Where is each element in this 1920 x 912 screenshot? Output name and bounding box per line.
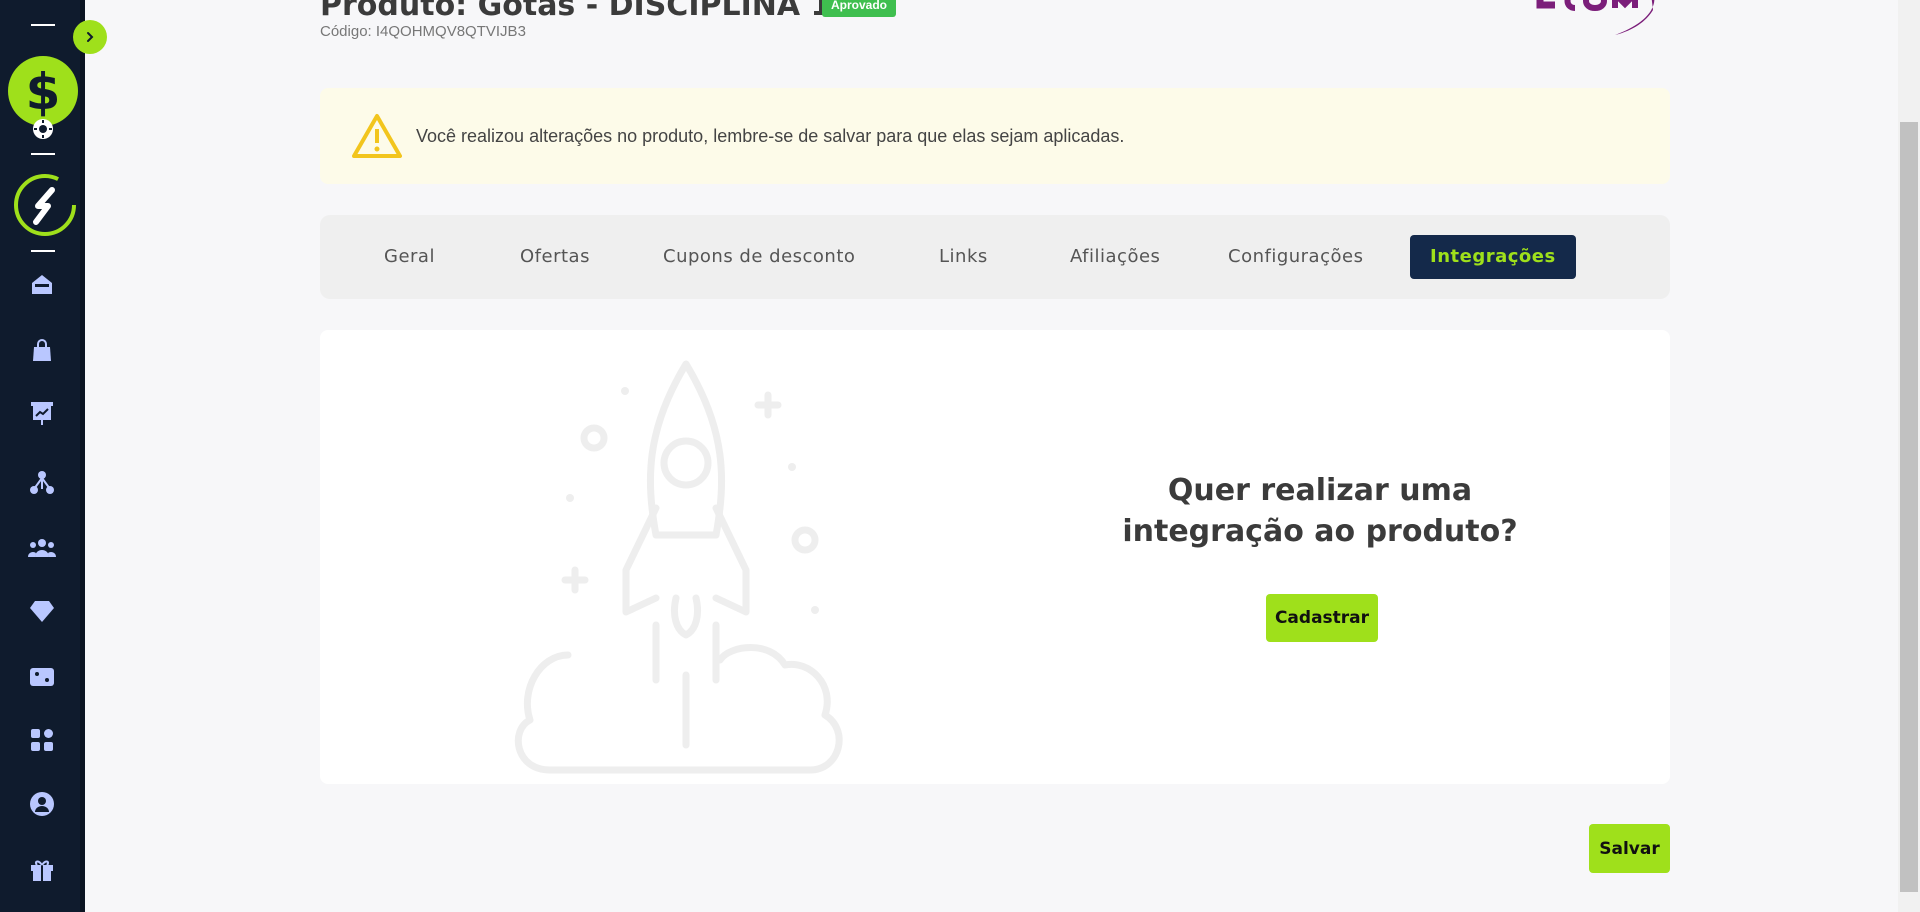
unsaved-changes-alert: Você realizou alterações no produto, lem… (320, 88, 1670, 184)
presentation-chart-icon[interactable] (28, 399, 56, 427)
app-logo-icon (12, 172, 78, 238)
sidebar: $ (0, 0, 85, 912)
scrollbar-thumb[interactable] (1900, 122, 1918, 892)
ticket-icon[interactable] (28, 663, 56, 691)
gear-icon[interactable] (31, 117, 55, 141)
tab-afiliacoes[interactable]: Afiliações (1070, 235, 1160, 279)
network-icon[interactable] (28, 468, 56, 496)
sidebar-toggle-chevron-right-icon[interactable] (73, 20, 107, 54)
brand-logo-icon (1535, 0, 1675, 42)
warning-icon (352, 114, 402, 158)
users-icon[interactable] (28, 534, 56, 562)
product-tabs: Geral Ofertas Cupons de desconto Links A… (320, 215, 1670, 299)
diamond-icon[interactable] (28, 597, 56, 625)
tab-configuracoes[interactable]: Configurações (1228, 235, 1363, 279)
tab-cupons-de-desconto[interactable]: Cupons de desconto (663, 235, 855, 279)
status-badge: Aprovado (822, 0, 897, 17)
rocket-illustration-icon (514, 360, 843, 774)
dollar-icon[interactable]: $ (8, 56, 78, 126)
integration-question: Quer realizar uma integração ao produto? (1122, 473, 1518, 549)
tab-links[interactable]: Links (939, 235, 988, 279)
sidebar-divider (31, 153, 55, 155)
tab-ofertas[interactable]: Ofertas (520, 235, 590, 279)
register-integration-button[interactable]: Cadastrar (1266, 594, 1378, 642)
alert-message: Você realizou alterações no produto, lem… (416, 125, 1125, 146)
page-title: Produto: Gotas - DISCIPLINA 1409 (320, 0, 895, 23)
bag-icon[interactable] (28, 336, 56, 364)
gift-icon[interactable] (28, 856, 56, 884)
sidebar-divider (31, 24, 55, 26)
tab-integracoes[interactable]: Integrações (1410, 235, 1576, 279)
home-icon[interactable] (28, 270, 56, 298)
page-scrollbar[interactable] (1898, 0, 1920, 912)
apps-grid-icon[interactable] (28, 726, 56, 754)
tab-geral[interactable]: Geral (384, 235, 435, 279)
integrations-card: Quer realizar uma integração ao produto?… (320, 330, 1670, 784)
product-code: Código: I4QOHMQV8QTVIJB3 (320, 23, 526, 40)
sidebar-edge (80, 0, 85, 912)
save-button[interactable]: Salvar (1589, 824, 1670, 873)
user-circle-icon[interactable] (28, 790, 56, 818)
sidebar-divider (31, 250, 55, 252)
svg-text:$: $ (26, 63, 61, 119)
